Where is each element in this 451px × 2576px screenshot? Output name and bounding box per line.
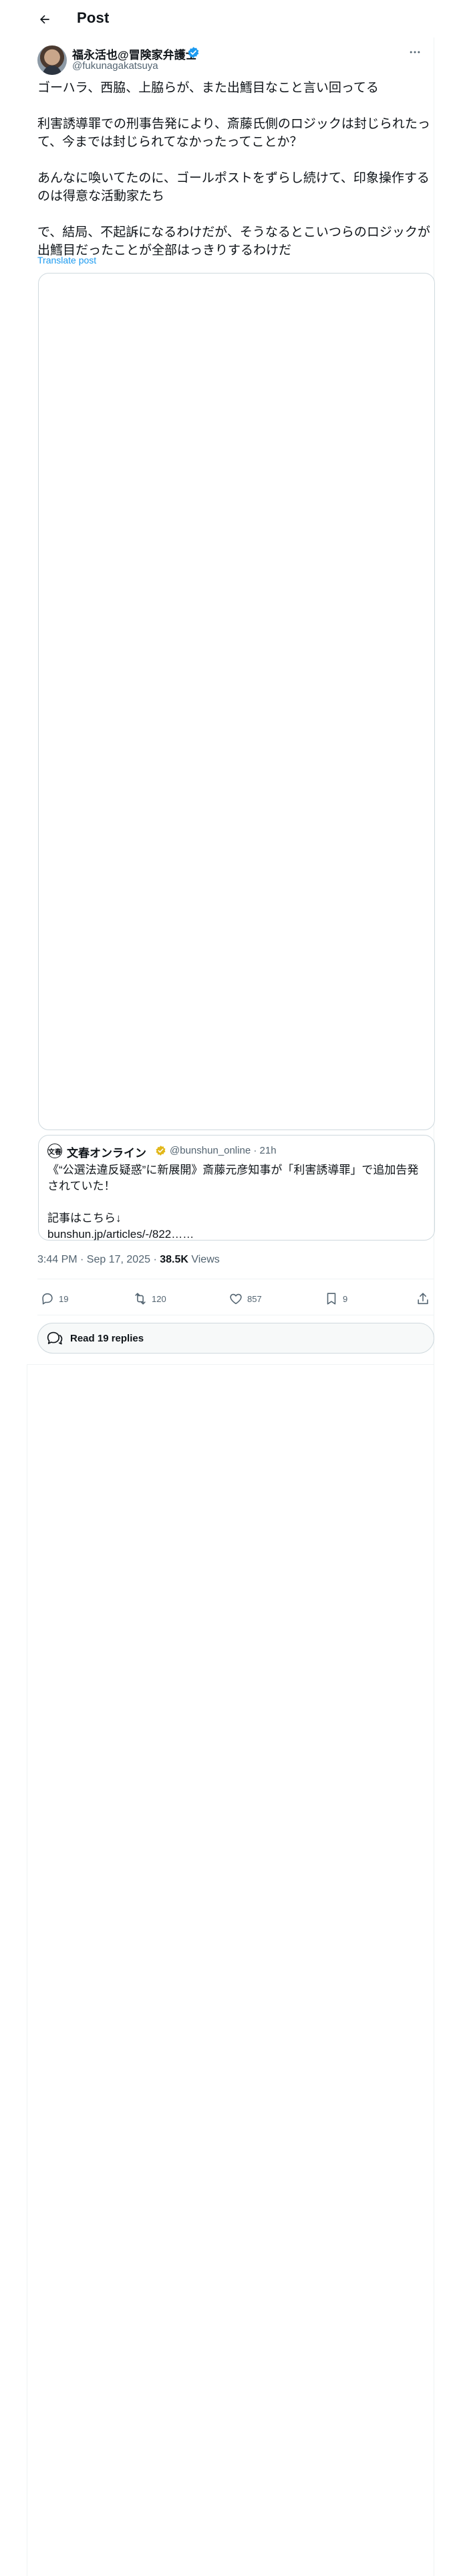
quote-avatar: 文春: [47, 1144, 62, 1158]
replies-bubble-icon: [47, 1331, 63, 1345]
reply-button[interactable]: 19: [40, 1291, 68, 1306]
post-actions: 19 120 857 9: [37, 1287, 434, 1311]
views-count: 38.5K: [160, 1254, 188, 1265]
translate-post-link[interactable]: Translate post: [37, 255, 96, 265]
quote-separator: ·: [251, 1145, 260, 1156]
quote-meta: @bunshun_online · 21h: [170, 1145, 277, 1156]
more-options-button[interactable]: [405, 44, 425, 60]
author-handle[interactable]: @fukunagakatsuya: [72, 60, 158, 72]
back-button[interactable]: [33, 8, 56, 31]
author-avatar[interactable]: [37, 45, 67, 75]
repost-count: 120: [152, 1293, 166, 1304]
read-replies-button[interactable]: Read 19 replies: [37, 1323, 434, 1354]
quote-text: 《“公選法違反疑惑”に新展開》斎藤元彦知事が「利害誘導罪」で追加告発されていた！…: [47, 1164, 419, 1241]
repost-button[interactable]: 120: [133, 1291, 166, 1306]
verified-badge-icon: [188, 47, 199, 58]
post-text: ゴーハラ、西脇、上脇らが、また出鱈目なこと言い回ってる 利害誘導罪での刑事告発に…: [37, 81, 430, 257]
reply-count: 19: [59, 1293, 69, 1304]
more-icon: [410, 51, 420, 53]
back-arrow-icon: [39, 15, 49, 24]
quoted-post[interactable]: 文春 文春オンライン @bunshun_online · 21h 《“公選法違反…: [38, 1135, 435, 1241]
bookmark-count: 9: [343, 1293, 348, 1304]
bookmark-button[interactable]: 9: [324, 1291, 347, 1306]
bookmark-icon: [327, 1293, 336, 1305]
gold-badge-icon: [156, 1146, 166, 1156]
top-bar: Post: [0, 0, 434, 37]
like-button[interactable]: 857: [229, 1291, 262, 1306]
post-media[interactable]: [38, 273, 435, 1130]
share-button[interactable]: [416, 1291, 430, 1306]
read-replies-label: Read 19 replies: [70, 1332, 144, 1344]
reply-icon: [42, 1293, 53, 1305]
share-icon: [418, 1293, 428, 1305]
quote-time: 21h: [259, 1145, 277, 1156]
divider: [27, 1364, 434, 1365]
repost-icon: [135, 1293, 146, 1305]
post-author: 福永活也@冒険家弁護士 @fukunagakatsuya: [37, 44, 425, 76]
views-label: Views: [188, 1254, 220, 1265]
quote-author-name: 文春オンライン: [67, 1147, 146, 1160]
like-count: 857: [247, 1293, 262, 1304]
like-icon: [230, 1293, 242, 1305]
post-timestamp: 3:44 PM · Sep 17, 2025 · 38.5K Views: [37, 1254, 220, 1266]
post-time[interactable]: 3:44 PM · Sep 17, 2025 ·: [37, 1254, 160, 1265]
quote-handle: @bunshun_online: [170, 1145, 251, 1156]
page-title: Post: [77, 9, 110, 26]
